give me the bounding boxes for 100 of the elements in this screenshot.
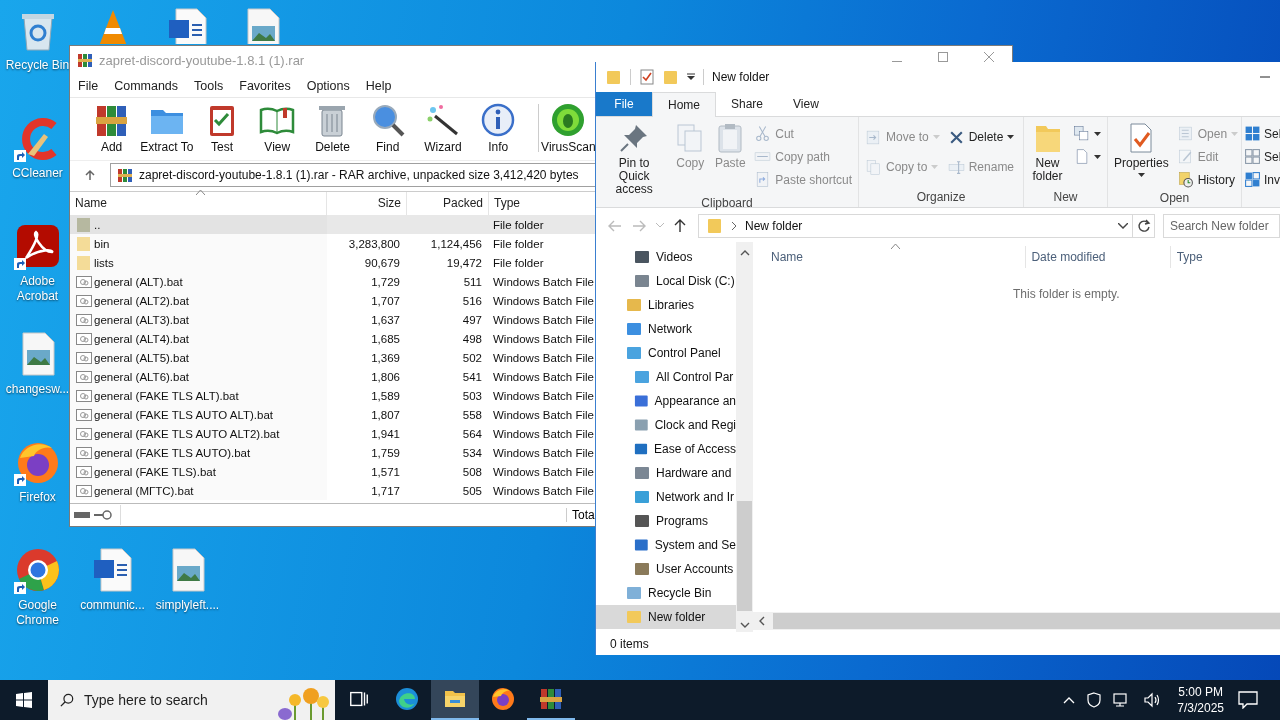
grid-icon bbox=[1244, 171, 1261, 188]
menu-item[interactable]: Help bbox=[357, 78, 400, 93]
speaker-icon[interactable] bbox=[1143, 692, 1162, 708]
menu-item[interactable]: Tools bbox=[186, 78, 232, 93]
toolbar-button[interactable]: View bbox=[249, 102, 305, 160]
toolbar-button[interactable]: Test bbox=[194, 102, 250, 160]
nav-item[interactable]: Network bbox=[596, 317, 736, 341]
file-row[interactable]: general (МГТС).bat 1,717 505 Windows Batch File bbox=[70, 481, 596, 500]
dropdown-caret-icon[interactable] bbox=[687, 73, 695, 81]
column-header[interactable]: Name bbox=[753, 246, 1027, 268]
nav-item[interactable]: Network and Ir bbox=[596, 485, 736, 509]
file-name: general (FAKE TLS AUTO).bat bbox=[94, 446, 251, 459]
ribbon-tab[interactable]: File bbox=[596, 92, 652, 116]
nav-item[interactable]: Videos bbox=[596, 245, 736, 269]
table-cell-text: 498 bbox=[461, 332, 483, 345]
nav-item[interactable]: User Accounts bbox=[596, 557, 736, 581]
search-field[interactable]: Search New folder bbox=[1163, 213, 1280, 238]
path-field[interactable]: zapret-discord-youtube-1.8.1 (1).rar - RAR archive, unpacked size 3,412,420 bytes bbox=[110, 163, 596, 187]
clock-date[interactable]: 7/3/2025 bbox=[1177, 700, 1224, 716]
toolbar-button[interactable]: Find bbox=[360, 102, 416, 160]
table-cell-text: Windows Batch File bbox=[492, 313, 595, 326]
toolbar-button[interactable]: Info bbox=[470, 102, 526, 160]
file-row[interactable]: general (ALT3).bat 1,637 497 Windows Batch File bbox=[70, 310, 596, 329]
file-row[interactable]: general (FAKE TLS).bat 1,571 508 Windows Batch File bbox=[70, 462, 596, 481]
file-row[interactable]: general (ALT4).bat 1,685 498 Windows Batch File bbox=[70, 329, 596, 348]
checkmark-document-icon[interactable] bbox=[639, 69, 655, 85]
nav-item[interactable]: Hardware and bbox=[596, 461, 736, 485]
ribbon-button[interactable]: Delete bbox=[943, 122, 1019, 152]
scroll-down-icon[interactable] bbox=[739, 622, 750, 628]
file-row[interactable]: bin 3,283,800 1,124,456 File folder bbox=[70, 234, 596, 253]
file-name: general (ALT2).bat bbox=[94, 294, 190, 307]
nav-item[interactable]: All Control Par bbox=[596, 365, 736, 389]
ribbon-button[interactable]: Inv bbox=[1242, 168, 1280, 191]
clock-time[interactable]: 5:00 PM bbox=[1178, 684, 1223, 700]
breadcrumb-item[interactable]: New folder bbox=[745, 218, 803, 233]
table-cell-text: 1,124,456 bbox=[429, 237, 483, 250]
file-row[interactable]: general (FAKE TLS AUTO).bat 1,759 534 Windows Batch File bbox=[70, 443, 596, 462]
maximize-icon bbox=[938, 52, 948, 62]
toolbar-button[interactable]: Add bbox=[84, 102, 140, 160]
column-header[interactable]: Type bbox=[1170, 246, 1280, 268]
ribbon-button[interactable]: Sel bbox=[1242, 145, 1280, 168]
file-row[interactable]: general (FAKE TLS AUTO ALT).bat 1,807 558 Windows Batch File bbox=[70, 405, 596, 424]
nav-item[interactable]: System and Se bbox=[596, 533, 736, 557]
table-cell-text: 534 bbox=[461, 446, 483, 459]
search-field[interactable]: Type here to search bbox=[84, 692, 265, 708]
ribbon-button[interactable]: Sel bbox=[1242, 122, 1280, 145]
nav-item[interactable]: Appearance an bbox=[596, 389, 736, 413]
toolbar-button[interactable]: Wizard bbox=[415, 102, 471, 160]
column-header[interactable]: Date modified bbox=[1026, 246, 1171, 268]
ribbon-button[interactable]: Properties bbox=[1110, 120, 1173, 177]
ribbon-tab[interactable]: Home bbox=[652, 92, 716, 117]
taskbar-app-button[interactable] bbox=[431, 680, 479, 720]
nav-item[interactable]: Local Disk (C:) bbox=[596, 269, 736, 293]
menu-item[interactable]: File bbox=[70, 78, 107, 93]
toolbar-button[interactable]: VirusScan bbox=[540, 102, 596, 160]
scroll-left-icon[interactable] bbox=[759, 616, 765, 626]
ribbon-tab[interactable]: Share bbox=[716, 92, 779, 116]
nav-item[interactable]: Programs bbox=[596, 509, 736, 533]
history-icon bbox=[1176, 171, 1194, 188]
menu-item[interactable]: Commands bbox=[106, 78, 187, 93]
folder-icon bbox=[707, 217, 723, 234]
table-cell-text: Windows Batch File bbox=[492, 484, 595, 497]
file-row[interactable]: general (ALT5).bat 1,369 502 Windows Batch File bbox=[70, 348, 596, 367]
folder-icon bbox=[626, 297, 642, 313]
file-row[interactable]: general (ALT6).bat 1,806 541 Windows Batch File bbox=[70, 367, 596, 386]
nav-item[interactable]: New folder bbox=[596, 605, 736, 629]
ribbon-button[interactable]: New folder bbox=[1026, 120, 1069, 183]
nav-item[interactable]: Clock and Regi bbox=[596, 413, 736, 437]
file-row[interactable]: lists 90,679 19,472 File folder bbox=[70, 253, 596, 272]
toolbar-button[interactable]: Delete bbox=[304, 102, 361, 160]
file-row[interactable]: general (FAKE TLS ALT).bat 1,589 503 Windows Batch File bbox=[70, 386, 596, 405]
file-row[interactable]: general (ALT2).bat 1,707 516 Windows Batch File bbox=[70, 291, 596, 310]
up-arrow-icon[interactable] bbox=[674, 218, 686, 233]
file-row[interactable]: general (FAKE TLS AUTO ALT2).bat 1,941 564 Windows Batch File bbox=[70, 424, 596, 443]
nav-item[interactable]: Control Panel bbox=[596, 341, 736, 365]
refresh-button[interactable] bbox=[1133, 213, 1155, 238]
scroll-up-icon[interactable] bbox=[739, 250, 750, 256]
file-row[interactable]: general (ALT).bat 1,729 511 Windows Batch File bbox=[70, 272, 596, 291]
toolbar-button[interactable]: Extract To bbox=[139, 102, 195, 160]
nav-item[interactable]: Ease of Access bbox=[596, 437, 736, 461]
notification-icon[interactable] bbox=[1238, 691, 1258, 709]
scrollbar-thumb[interactable] bbox=[773, 613, 1280, 629]
menu-item[interactable]: Options bbox=[298, 78, 358, 93]
batch-file-icon bbox=[76, 273, 92, 290]
search-box[interactable]: Type here to search bbox=[48, 680, 335, 720]
table-cell-text: 19,472 bbox=[445, 256, 483, 269]
table-cell-text: Windows Batch File bbox=[492, 465, 595, 478]
file-row[interactable]: .. File folder bbox=[70, 215, 596, 234]
ribbon-tab[interactable]: View bbox=[778, 92, 834, 116]
chevron-up-icon[interactable] bbox=[1063, 696, 1076, 704]
menu-item[interactable]: Favorites bbox=[231, 78, 299, 93]
scrollbar-thumb[interactable] bbox=[737, 501, 752, 611]
folder-icon bbox=[76, 235, 92, 252]
nav-item[interactable]: Libraries bbox=[596, 293, 736, 317]
ribbon-button[interactable]: Pin to Quick access bbox=[598, 120, 671, 196]
address-bar[interactable]: New folder bbox=[698, 213, 1133, 238]
dropdown-caret-icon[interactable] bbox=[1118, 222, 1128, 229]
ribbon-button[interactable]: History bbox=[1172, 168, 1243, 191]
table-cell-text: 1,806 bbox=[370, 370, 401, 383]
nav-item[interactable]: Recycle Bin bbox=[596, 581, 736, 605]
